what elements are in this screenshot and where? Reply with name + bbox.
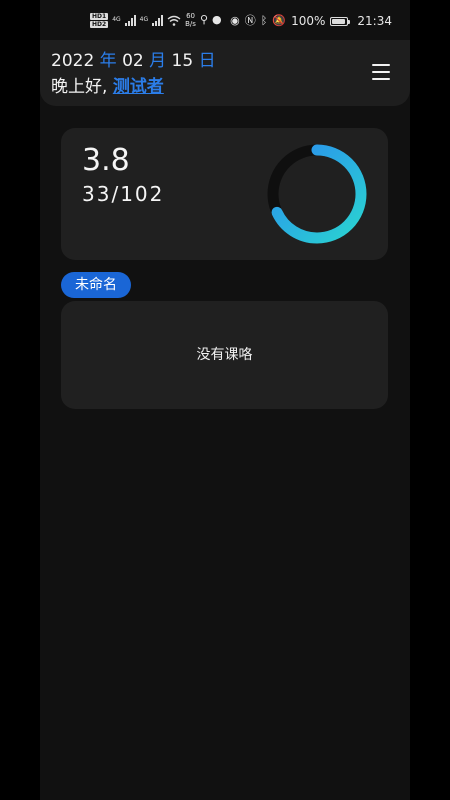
signal-icon (124, 14, 136, 26)
usb-icon: ⚲ (199, 13, 208, 26)
network-type-1: 4G (112, 16, 121, 23)
greeting-text: 晚上好, (51, 77, 108, 97)
date-year-char: 年 (99, 51, 117, 71)
progress-card[interactable]: 3.8 33/102 (61, 128, 388, 260)
empty-course-text: 没有课咯 (196, 347, 253, 363)
progress-ring (267, 144, 367, 244)
mute-icon: 🔕 (272, 14, 287, 27)
battery-icon (330, 16, 351, 26)
header-card: 2022 年 02 月 15 日 晚上好, 测试者 (40, 40, 410, 106)
date-month: 02 (122, 51, 144, 71)
score-value: 3.8 (82, 143, 130, 178)
network-speed-unit: B/s (185, 20, 196, 28)
battery-percent: 100% (291, 14, 326, 28)
date-month-char: 月 (149, 51, 167, 71)
username-link[interactable]: 测试者 (113, 77, 164, 97)
menu-icon[interactable] (372, 64, 390, 80)
hd1-badge: HD1 (90, 12, 109, 20)
network-speed-value: 60 (186, 12, 195, 20)
course-tag[interactable]: 未命名 (61, 272, 131, 298)
status-bar-left: HD1 HD2 4G 4G 60 B/s ⚲ ● (90, 12, 222, 28)
date-day: 15 (171, 51, 194, 71)
qq-icon: ● (212, 13, 222, 26)
app-screen: HD1 HD2 4G 4G 60 B/s ⚲ ● ◉ Ⓝ ᛒ 🔕 100% 21… (40, 0, 410, 800)
eye-icon: ◉ (230, 14, 240, 27)
hd2-badge: HD2 (90, 20, 109, 28)
wifi-icon (167, 15, 181, 26)
signal-icon-2 (152, 14, 164, 26)
hd-indicators: HD1 HD2 (90, 12, 109, 28)
nfc-icon: Ⓝ (244, 14, 256, 27)
greeting-line: 晚上好, 测试者 (51, 76, 164, 98)
date-day-char: 日 (198, 51, 216, 71)
progress-count: 33/102 (82, 182, 165, 206)
date-line: 2022 年 02 月 15 日 (51, 51, 216, 71)
status-bar-right: ◉ Ⓝ ᛒ 🔕 100% 21:34 (230, 14, 392, 28)
date-year: 2022 (51, 51, 95, 71)
bluetooth-icon: ᛒ (260, 14, 268, 27)
course-card[interactable]: 没有课咯 (61, 301, 388, 409)
clock-time: 21:34 (357, 14, 392, 28)
status-bar: HD1 HD2 4G 4G 60 B/s ⚲ ● ◉ Ⓝ ᛒ 🔕 100% 21… (40, 0, 410, 40)
network-speed: 60 B/s (185, 12, 196, 28)
network-type-2: 4G (139, 16, 149, 23)
